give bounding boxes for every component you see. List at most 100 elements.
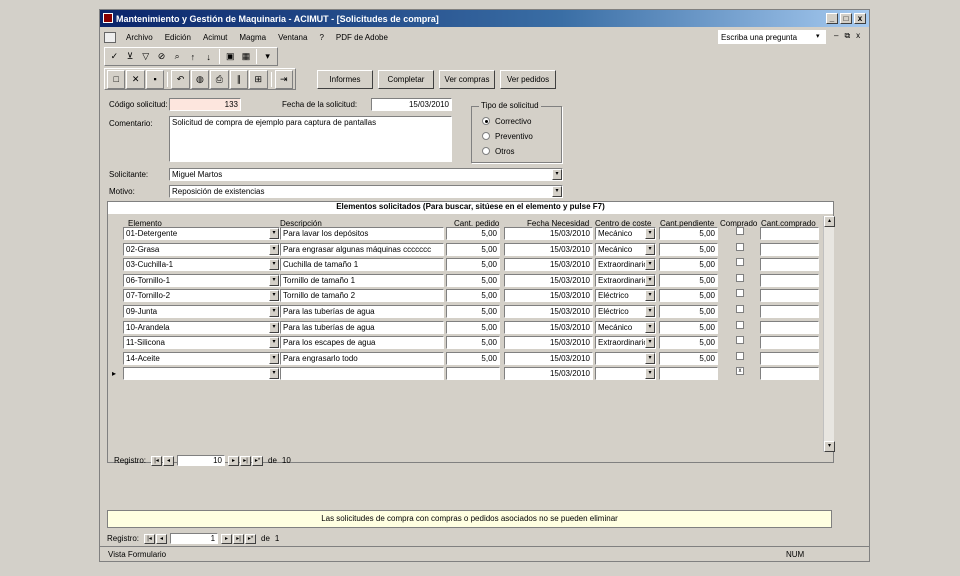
close-button[interactable]: x bbox=[854, 13, 866, 24]
doc-minimize-button[interactable]: – bbox=[834, 31, 838, 41]
new-record-nav-icon[interactable]: ▸* bbox=[252, 455, 264, 466]
centro-coste-combo[interactable]: Mecánico ▾ bbox=[595, 320, 656, 334]
fecha-necesidad-field[interactable]: 15/03/2010 bbox=[504, 289, 593, 303]
row-selector[interactable] bbox=[109, 242, 123, 257]
cant-comprado-field[interactable] bbox=[760, 336, 819, 350]
radio-preventivo[interactable]: Preventivo bbox=[482, 132, 533, 141]
chevron-down-icon[interactable]: ▾ bbox=[645, 306, 655, 317]
cant-pendiente-field[interactable]: 5,00 bbox=[659, 351, 718, 365]
cant-pedido-field[interactable]: 5,00 bbox=[446, 336, 500, 350]
remove-filter-icon[interactable]: ⊘ bbox=[154, 48, 169, 65]
comprado-checkbox[interactable] bbox=[736, 258, 744, 267]
chevron-down-icon[interactable]: ▾ bbox=[269, 368, 279, 380]
ask-question-input[interactable]: Escriba una pregunta bbox=[718, 30, 826, 44]
row-selector[interactable] bbox=[109, 273, 123, 288]
first-record-icon[interactable]: |◂ bbox=[144, 533, 156, 544]
ask-dropdown-icon[interactable]: ▾ bbox=[816, 32, 820, 40]
cant-pedido-field[interactable]: 5,00 bbox=[446, 289, 500, 303]
menu-magma[interactable]: Magma bbox=[233, 33, 272, 42]
elemento-combo[interactable]: 03-Cuchilla-1 ▾ bbox=[123, 258, 280, 272]
comprado-checkbox[interactable] bbox=[736, 320, 744, 329]
descripcion-field[interactable]: Tornillo de tamaño 1 bbox=[280, 273, 444, 287]
chevron-down-icon[interactable]: ▾ bbox=[269, 290, 279, 302]
chevron-down-icon[interactable]: ▾ bbox=[269, 274, 279, 286]
prev-record-icon[interactable]: ◂ bbox=[156, 533, 168, 544]
datasheet-view-icon[interactable]: ▦ bbox=[239, 48, 254, 65]
chevron-down-icon[interactable]: ▾ bbox=[645, 337, 655, 349]
main-record-number[interactable]: 1 bbox=[170, 533, 219, 544]
elemento-combo[interactable]: 06-Tornillo-1 ▾ bbox=[123, 273, 280, 287]
descripcion-field[interactable]: Tornillo de tamaño 2 bbox=[280, 289, 444, 303]
menu-pdf[interactable]: PDF de Adobe bbox=[330, 33, 394, 42]
sort-descending-icon[interactable]: ↓ bbox=[201, 48, 216, 65]
scroll-up-icon[interactable]: ▴ bbox=[824, 216, 835, 227]
sort-ascending-icon[interactable]: ↑ bbox=[186, 48, 201, 65]
comprado-checkbox[interactable] bbox=[736, 351, 744, 360]
elemento-combo[interactable]: 10-Arandela ▾ bbox=[123, 320, 280, 334]
chevron-down-icon[interactable]: ▾ bbox=[645, 274, 655, 286]
last-record-icon[interactable]: ▸| bbox=[233, 533, 245, 544]
delete-record-icon[interactable]: ✕ bbox=[126, 69, 145, 89]
subform-record-number[interactable]: 10 bbox=[177, 455, 226, 466]
comprado-checkbox[interactable] bbox=[736, 289, 744, 298]
chevron-down-icon[interactable]: ▾ bbox=[645, 243, 655, 255]
chevron-down-icon[interactable]: ▾ bbox=[269, 321, 279, 333]
centro-coste-combo[interactable]: Extraordinario ▾ bbox=[595, 258, 656, 272]
chevron-down-icon[interactable]: ▾ bbox=[269, 337, 279, 349]
doc-close-button[interactable]: x bbox=[856, 31, 860, 41]
chevron-down-icon[interactable]: ▾ bbox=[645, 321, 655, 333]
row-selector[interactable] bbox=[109, 257, 123, 272]
elemento-combo[interactable]: 02-Grasa ▾ bbox=[123, 242, 280, 256]
fecha-necesidad-field[interactable]: 15/03/2010 bbox=[504, 258, 593, 272]
cant-comprado-field[interactable] bbox=[760, 258, 819, 272]
descripcion-field[interactable]: Para engrasarlo todo bbox=[280, 351, 444, 365]
centro-coste-combo[interactable]: ▾ bbox=[595, 367, 656, 381]
chevron-down-icon[interactable]: ▾ bbox=[269, 228, 279, 239]
new-record-icon[interactable]: □ bbox=[107, 69, 126, 89]
filter-by-selection-icon[interactable]: ⊻ bbox=[123, 48, 138, 65]
chevron-down-icon[interactable]: ▾ bbox=[645, 290, 655, 302]
row-selector[interactable] bbox=[109, 226, 123, 241]
centro-coste-combo[interactable]: Extraordinario ▾ bbox=[595, 336, 656, 350]
scroll-down-icon[interactable]: ▾ bbox=[824, 441, 835, 452]
cant-comprado-field[interactable] bbox=[760, 242, 819, 256]
new-record-nav-icon[interactable]: ▸* bbox=[245, 533, 257, 544]
row-selector[interactable] bbox=[109, 320, 123, 335]
first-record-icon[interactable]: |◂ bbox=[151, 455, 163, 466]
elemento-combo[interactable]: ▾ bbox=[123, 367, 280, 381]
row-selector[interactable] bbox=[109, 288, 123, 303]
chevron-down-icon[interactable]: ▾ bbox=[645, 352, 655, 364]
save-icon[interactable]: ▪ bbox=[145, 69, 165, 89]
row-selector[interactable] bbox=[109, 351, 123, 366]
cant-pedido-field[interactable]: 5,00 bbox=[446, 305, 500, 318]
fecha-necesidad-field[interactable]: 15/03/2010 bbox=[504, 320, 593, 334]
subform-scrollbar[interactable]: ▴ ▾ bbox=[823, 216, 835, 452]
cant-pedido-field[interactable]: 5,00 bbox=[446, 258, 500, 272]
cant-comprado-field[interactable] bbox=[760, 273, 819, 287]
prev-record-icon[interactable]: ◂ bbox=[163, 455, 175, 466]
cant-pendiente-field[interactable]: 5,00 bbox=[659, 273, 718, 287]
chevron-down-icon[interactable]: ▾ bbox=[645, 368, 655, 380]
fecha-necesidad-field[interactable]: 15/03/2010 bbox=[504, 336, 593, 350]
maximize-button[interactable]: □ bbox=[840, 13, 852, 24]
centro-coste-combo[interactable]: Eléctrico ▾ bbox=[595, 305, 656, 318]
menu-archivo[interactable]: Archivo bbox=[120, 33, 159, 42]
spellcheck-icon[interactable]: ✓ bbox=[107, 48, 122, 65]
doc-restore-button[interactable]: ⧉ bbox=[844, 31, 850, 41]
fecha-necesidad-field[interactable]: 15/03/2010 bbox=[504, 227, 593, 240]
chevron-down-icon[interactable]: ▾ bbox=[552, 169, 562, 180]
comprado-checkbox[interactable] bbox=[736, 273, 744, 282]
fecha-field[interactable]: 15/03/2010 bbox=[371, 98, 452, 111]
cant-pendiente-field[interactable]: 5,00 bbox=[659, 305, 718, 318]
cant-pedido-field[interactable]: 5,00 bbox=[446, 320, 500, 334]
radio-correctivo[interactable]: Correctivo bbox=[482, 117, 531, 126]
descripcion-field[interactable]: Para lavar los depósitos bbox=[280, 227, 444, 240]
radio-otros[interactable]: Otros bbox=[482, 147, 515, 156]
elemento-combo[interactable]: 14-Aceite ▾ bbox=[123, 351, 280, 365]
menu-edicion[interactable]: Edición bbox=[159, 33, 197, 42]
next-record-icon[interactable]: ▸ bbox=[228, 455, 240, 466]
comprado-checkbox[interactable] bbox=[736, 305, 744, 313]
elemento-combo[interactable]: 07-Tornillo-2 ▾ bbox=[123, 289, 280, 303]
descripcion-field[interactable] bbox=[280, 367, 444, 381]
comprado-checkbox[interactable] bbox=[736, 336, 744, 345]
